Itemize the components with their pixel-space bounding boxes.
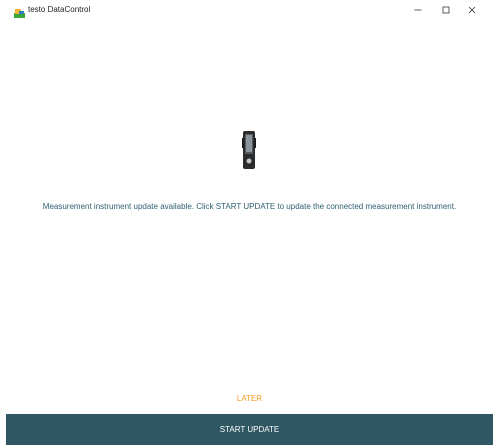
close-icon[interactable] <box>464 3 480 17</box>
later-button[interactable]: LATER <box>200 392 299 406</box>
handheld-instrument-icon <box>241 130 257 170</box>
minimize-icon[interactable] <box>410 3 426 17</box>
update-message: Measurement instrument update available.… <box>42 202 457 211</box>
window-title: testo DataControl <box>28 5 91 14</box>
maximize-icon[interactable] <box>438 3 454 17</box>
title-bar: testo DataControl <box>0 0 499 20</box>
app-window: testo DataControl Measurement instrument… <box>0 0 499 445</box>
start-update-button[interactable]: START UPDATE <box>6 414 493 445</box>
testo-app-icon <box>14 5 25 18</box>
